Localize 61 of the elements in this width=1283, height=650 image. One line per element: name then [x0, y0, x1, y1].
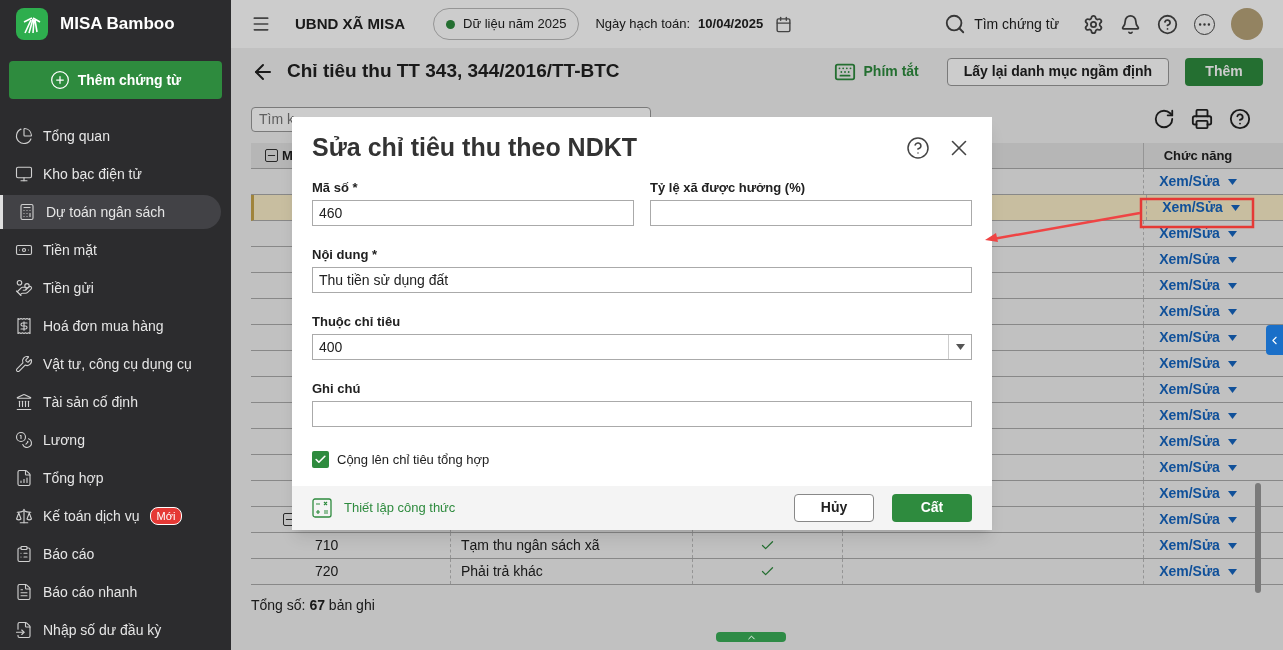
search-link[interactable]: Tìm chứng từ	[974, 13, 1059, 35]
input-field[interactable]: Thu tiền sử dụng đất	[312, 267, 972, 293]
record-count: Tổng số: 67 bản ghi	[251, 597, 375, 613]
app-name: MISA Bamboo	[60, 13, 175, 36]
view-edit-link[interactable]: Xem/Sửa	[1159, 535, 1220, 556]
field-label: Ghi chú	[312, 380, 362, 398]
sidebar-item[interactable]: Báo cáo	[0, 537, 221, 571]
select-field[interactable]: 400	[312, 334, 972, 360]
formula-link[interactable]: Thiết lập công thức	[344, 497, 456, 518]
sidebar-item[interactable]: Lương	[0, 423, 221, 457]
cancel-button[interactable]: Hủy	[794, 493, 874, 522]
reset-defaults-button[interactable]: Lấy lại danh mục ngầm định	[946, 57, 1169, 86]
field-label: Mã số *	[312, 179, 359, 197]
view-edit-link[interactable]: Xem/Sửa	[1159, 171, 1220, 192]
view-edit-link[interactable]: Xem/Sửa	[1159, 509, 1220, 530]
table-row[interactable]: 710 Tạm thu ngân sách xã Xem/Sửa	[251, 533, 1283, 559]
field-label: Thuộc chỉ tiêu	[312, 313, 402, 331]
dialog-title: Sửa chỉ tiêu thu theo NDKT	[312, 131, 638, 163]
sidebar-item[interactable]: Kế toán dịch vụ Mới	[0, 499, 221, 533]
sidebar-item[interactable]: Tài sản cố định	[0, 385, 221, 419]
view-edit-link[interactable]: Xem/Sửa	[1159, 457, 1220, 478]
add-voucher-button[interactable]: Thêm chứng từ	[9, 61, 222, 99]
field-label: Tỷ lệ xã được hưởng (%)	[650, 179, 807, 197]
table-cell-text: Tạm thu ngân sách xã	[461, 536, 600, 555]
view-edit-link[interactable]: Xem/Sửa	[1159, 483, 1220, 504]
sidebar-item[interactable]: Nhập số dư đầu kỳ	[0, 613, 221, 647]
date-label: Ngày hạch toán:	[595, 15, 691, 34]
posting-date: 10/04/2025	[698, 15, 764, 34]
view-edit-link[interactable]: Xem/Sửa	[1159, 431, 1220, 452]
sidebar-item[interactable]: Dự toán ngân sách	[0, 195, 221, 229]
column-header: Chức năng	[1143, 143, 1252, 168]
input-field[interactable]: 460	[312, 200, 634, 226]
save-button[interactable]: Cất	[892, 493, 972, 522]
view-edit-link[interactable]: Xem/Sửa	[1159, 301, 1220, 322]
table-row[interactable]: 720 Phải trả khác Xem/Sửa	[251, 559, 1283, 585]
table-cell-text: 720	[314, 562, 339, 581]
table-cell-text: Phải trả khác	[461, 562, 543, 581]
sidebar-item[interactable]: Tiền gửi	[0, 271, 221, 305]
table-cell-text: 710	[314, 536, 339, 555]
sidebar-item[interactable]: Tiền mặt	[0, 233, 221, 267]
sidebar-item[interactable]: Hoá đơn mua hàng	[0, 309, 221, 343]
new-badge: Mới	[149, 507, 183, 525]
sidebar-item[interactable]: Báo cáo nhanh	[0, 575, 221, 609]
organization-name: UBND XÃ MISA	[295, 13, 405, 34]
field-label: Nội dung *	[312, 246, 378, 264]
sidebar-item[interactable]: Tổng quan	[0, 119, 221, 153]
view-edit-link[interactable]: Xem/Sửa	[1159, 405, 1220, 426]
checkbox-label: Cộng lên chỉ tiêu tổng hợp	[337, 451, 490, 469]
sidebar-item[interactable]: Kho bạc điện tử	[0, 157, 221, 191]
view-edit-link[interactable]: Xem/Sửa	[1159, 327, 1220, 348]
view-edit-link[interactable]: Xem/Sửa	[1159, 275, 1220, 296]
add-button[interactable]: Thêm	[1185, 57, 1263, 86]
view-edit-link[interactable]: Xem/Sửa	[1159, 249, 1220, 270]
view-edit-link[interactable]: Xem/Sửa	[1159, 561, 1220, 582]
view-edit-link[interactable]: Xem/Sửa	[1159, 379, 1220, 400]
view-edit-link[interactable]: Xem/Sửa	[1159, 353, 1220, 374]
page-title: Chỉ tiêu thu TT 343, 344/2016/TT-BTC	[287, 59, 620, 84]
sidebar-item[interactable]: Tổng hợp	[0, 461, 221, 495]
sidebar-item[interactable]: Vật tư, công cụ dụng cụ	[0, 347, 221, 381]
view-edit-link[interactable]: Xem/Sửa	[1162, 197, 1223, 218]
view-edit-link[interactable]: Xem/Sửa	[1159, 223, 1220, 244]
